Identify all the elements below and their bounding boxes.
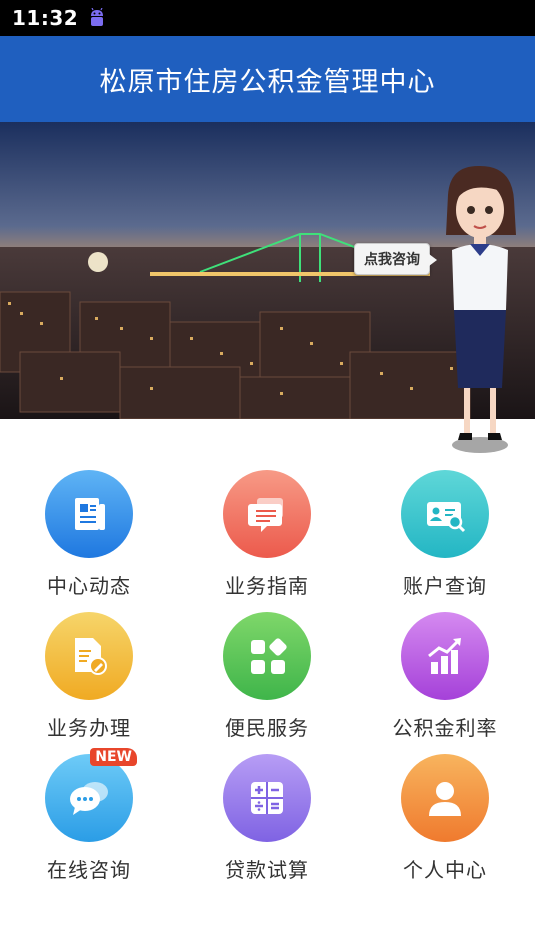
- menu-item-loan-calculator[interactable]: 贷款试算: [178, 754, 356, 884]
- status-time: 11:32: [12, 6, 79, 30]
- assistant-avatar-icon[interactable]: [430, 160, 530, 460]
- account-search-icon: [401, 470, 489, 558]
- menu-label: 公积金利率: [392, 716, 498, 740]
- guide-icon: [223, 470, 311, 558]
- rate-chart-icon: [401, 612, 489, 700]
- page-title: 松原市住房公积金管理中心: [99, 66, 436, 98]
- menu-item-fund-rate[interactable]: 公积金利率: [356, 612, 534, 742]
- menu-label: 在线咨询: [47, 858, 131, 882]
- status-bar: 11:32: [0, 0, 535, 36]
- menu-item-personal-center[interactable]: 个人中心: [356, 754, 534, 884]
- menu-item-business-handle[interactable]: 业务办理: [0, 612, 178, 742]
- consult-button[interactable]: 点我咨询: [354, 243, 437, 275]
- menu-label: 业务办理: [47, 716, 131, 740]
- menu-item-convenience-service[interactable]: 便民服务: [178, 612, 356, 742]
- menu-item-news[interactable]: 中心动态: [0, 470, 178, 600]
- menu-label: 账户查询: [403, 574, 487, 598]
- menu-label: 贷款试算: [225, 858, 309, 882]
- document-edit-icon: [45, 612, 133, 700]
- user-icon: [401, 754, 489, 842]
- menu-item-online-consult[interactable]: NEW 在线咨询: [0, 748, 178, 884]
- new-badge: NEW: [90, 748, 137, 766]
- news-icon: [45, 470, 133, 558]
- menu-label: 业务指南: [225, 574, 309, 598]
- chat-icon: NEW: [45, 748, 137, 842]
- android-icon: [91, 8, 104, 26]
- menu-label: 中心动态: [47, 574, 131, 598]
- calculator-icon: [223, 754, 311, 842]
- menu-label: 便民服务: [225, 716, 309, 740]
- menu-item-guide[interactable]: 业务指南: [178, 470, 356, 600]
- app-header: 松原市住房公积金管理中心: [0, 36, 535, 122]
- menu-item-account-query[interactable]: 账户查询: [356, 470, 534, 600]
- menu-label: 个人中心: [403, 858, 487, 882]
- apps-grid-icon: [223, 612, 311, 700]
